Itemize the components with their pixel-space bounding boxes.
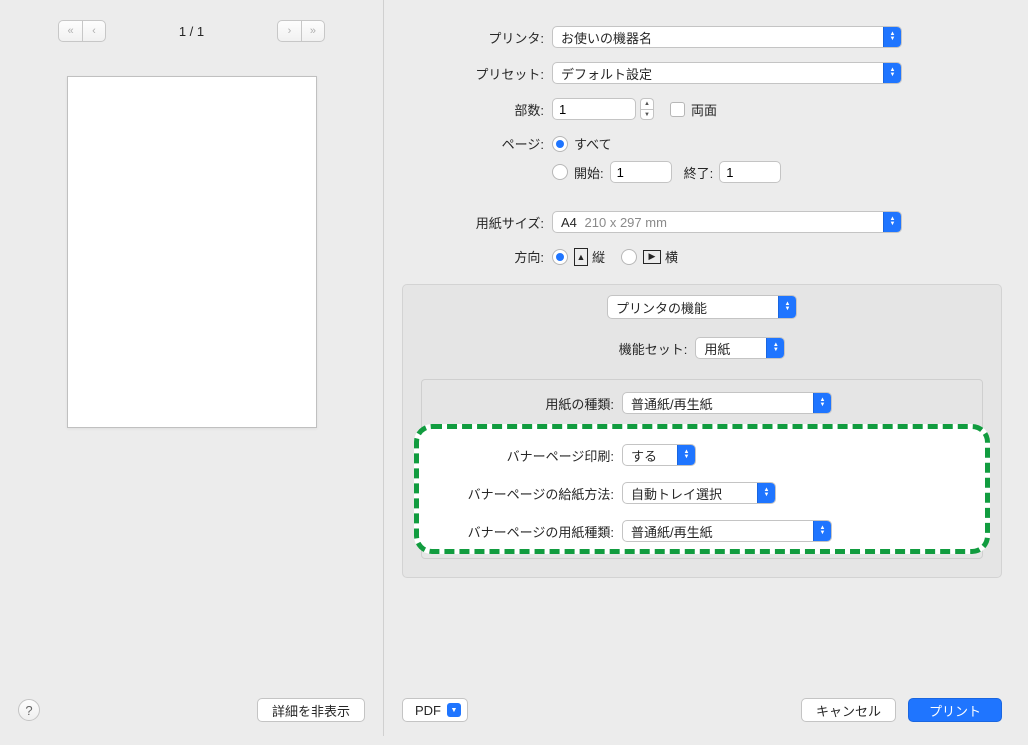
stepper-down-icon[interactable]: ▼: [640, 109, 654, 120]
copies-input[interactable]: [552, 98, 636, 120]
paper-size-value: A4: [561, 215, 577, 230]
settings-pane: プリンタ: お使いの機器名 ▲▼ プリセット: デフォルト設定 ▲▼ 部数: ▲…: [384, 0, 1020, 736]
prev-page-button[interactable]: ‹: [82, 20, 106, 42]
copies-stepper[interactable]: ▲ ▼: [640, 98, 654, 120]
print-button[interactable]: プリント: [908, 698, 1002, 722]
paper-size-label: 用紙サイズ:: [402, 213, 552, 232]
chevron-updown-icon: ▲▼: [883, 63, 901, 83]
printer-features-panel: プリンタの機能 ▲▼ 機能セット: 用紙 ▲▼ 用紙の種類: 普通紙/再生紙 ▲…: [402, 284, 1002, 578]
chevron-updown-icon: ▲▼: [766, 338, 784, 358]
pages-from-label: 開始:: [574, 163, 604, 182]
chevron-down-icon: ▼: [447, 703, 461, 717]
printer-select[interactable]: お使いの機器名 ▲▼: [552, 26, 902, 48]
banner-feed-select[interactable]: 自動トレイ選択 ▲▼: [622, 482, 776, 504]
banner-type-select[interactable]: 普通紙/再生紙 ▲▼: [622, 520, 832, 542]
orientation-portrait-radio[interactable]: [552, 249, 568, 265]
pdf-label: PDF: [415, 703, 441, 718]
preview-pane: «‹ 1 / 1 ›» ? 詳細を非表示: [0, 0, 384, 736]
banner-type-label: バナーページの用紙種類:: [422, 522, 622, 541]
pages-label: ページ:: [402, 134, 552, 153]
cancel-button[interactable]: キャンセル: [801, 698, 896, 722]
feature-options-box: 用紙の種類: 普通紙/再生紙 ▲▼ バナーページ印刷: する ▲▼: [421, 379, 983, 559]
feature-set-label: 機能セット:: [619, 339, 688, 358]
preset-select[interactable]: デフォルト設定 ▲▼: [552, 62, 902, 84]
pages-to-label: 終了:: [684, 163, 714, 182]
paper-size-detail: 210 x 297 mm: [585, 215, 667, 230]
first-page-button[interactable]: «: [58, 20, 82, 42]
paper-type-label: 用紙の種類:: [422, 394, 622, 413]
duplex-label: 両面: [691, 100, 717, 119]
pdf-menu-button[interactable]: PDF ▼: [402, 698, 468, 722]
preview-sheet: [67, 76, 317, 428]
feature-section-select[interactable]: プリンタの機能 ▲▼: [607, 295, 797, 319]
chevron-updown-icon: ▲▼: [778, 296, 796, 318]
help-button[interactable]: ?: [18, 699, 40, 721]
duplex-checkbox[interactable]: [670, 102, 685, 117]
portrait-icon: ▲: [574, 248, 588, 266]
details-toggle-button[interactable]: 詳細を非表示: [257, 698, 365, 722]
paper-type-select[interactable]: 普通紙/再生紙 ▲▼: [622, 392, 832, 414]
preset-value: デフォルト設定: [553, 64, 883, 83]
banner-feed-label: バナーページの給紙方法:: [422, 484, 622, 503]
orientation-portrait-label: 縦: [592, 247, 605, 266]
pages-from-input[interactable]: [610, 161, 672, 183]
page-indicator: 1 / 1: [179, 24, 204, 39]
feature-set-value: 用紙: [696, 339, 766, 358]
last-page-button[interactable]: »: [301, 20, 325, 42]
stepper-up-icon[interactable]: ▲: [640, 98, 654, 109]
preview-nav: «‹ 1 / 1 ›»: [18, 20, 365, 42]
pages-all-radio[interactable]: [552, 136, 568, 152]
chevron-updown-icon: ▲▼: [757, 483, 775, 503]
banner-feed-value: 自動トレイ選択: [623, 484, 757, 503]
pages-all-label: すべて: [574, 134, 612, 153]
banner-print-value: する: [623, 446, 677, 465]
chevron-updown-icon: ▲▼: [813, 393, 831, 413]
chevron-updown-icon: ▲▼: [883, 212, 901, 232]
feature-section-value: プリンタの機能: [608, 298, 778, 317]
preset-label: プリセット:: [402, 64, 552, 83]
chevron-updown-icon: ▲▼: [677, 445, 695, 465]
pages-to-input[interactable]: [719, 161, 781, 183]
banner-print-select[interactable]: する ▲▼: [622, 444, 696, 466]
orientation-landscape-label: 横: [665, 247, 678, 266]
banner-print-label: バナーページ印刷:: [422, 446, 622, 465]
chevron-updown-icon: ▲▼: [813, 521, 831, 541]
feature-set-select[interactable]: 用紙 ▲▼: [695, 337, 785, 359]
printer-label: プリンタ:: [402, 28, 552, 47]
chevron-updown-icon: ▲▼: [883, 27, 901, 47]
landscape-icon: ▶: [643, 250, 661, 264]
paper-type-value: 普通紙/再生紙: [623, 394, 813, 413]
orientation-landscape-radio[interactable]: [621, 249, 637, 265]
paper-size-select[interactable]: A4 210 x 297 mm ▲▼: [552, 211, 902, 233]
copies-label: 部数:: [402, 100, 552, 119]
pages-range-radio[interactable]: [552, 164, 568, 180]
next-page-button[interactable]: ›: [277, 20, 301, 42]
banner-type-value: 普通紙/再生紙: [623, 522, 813, 541]
printer-value: お使いの機器名: [553, 28, 883, 47]
orientation-label: 方向:: [402, 247, 552, 266]
